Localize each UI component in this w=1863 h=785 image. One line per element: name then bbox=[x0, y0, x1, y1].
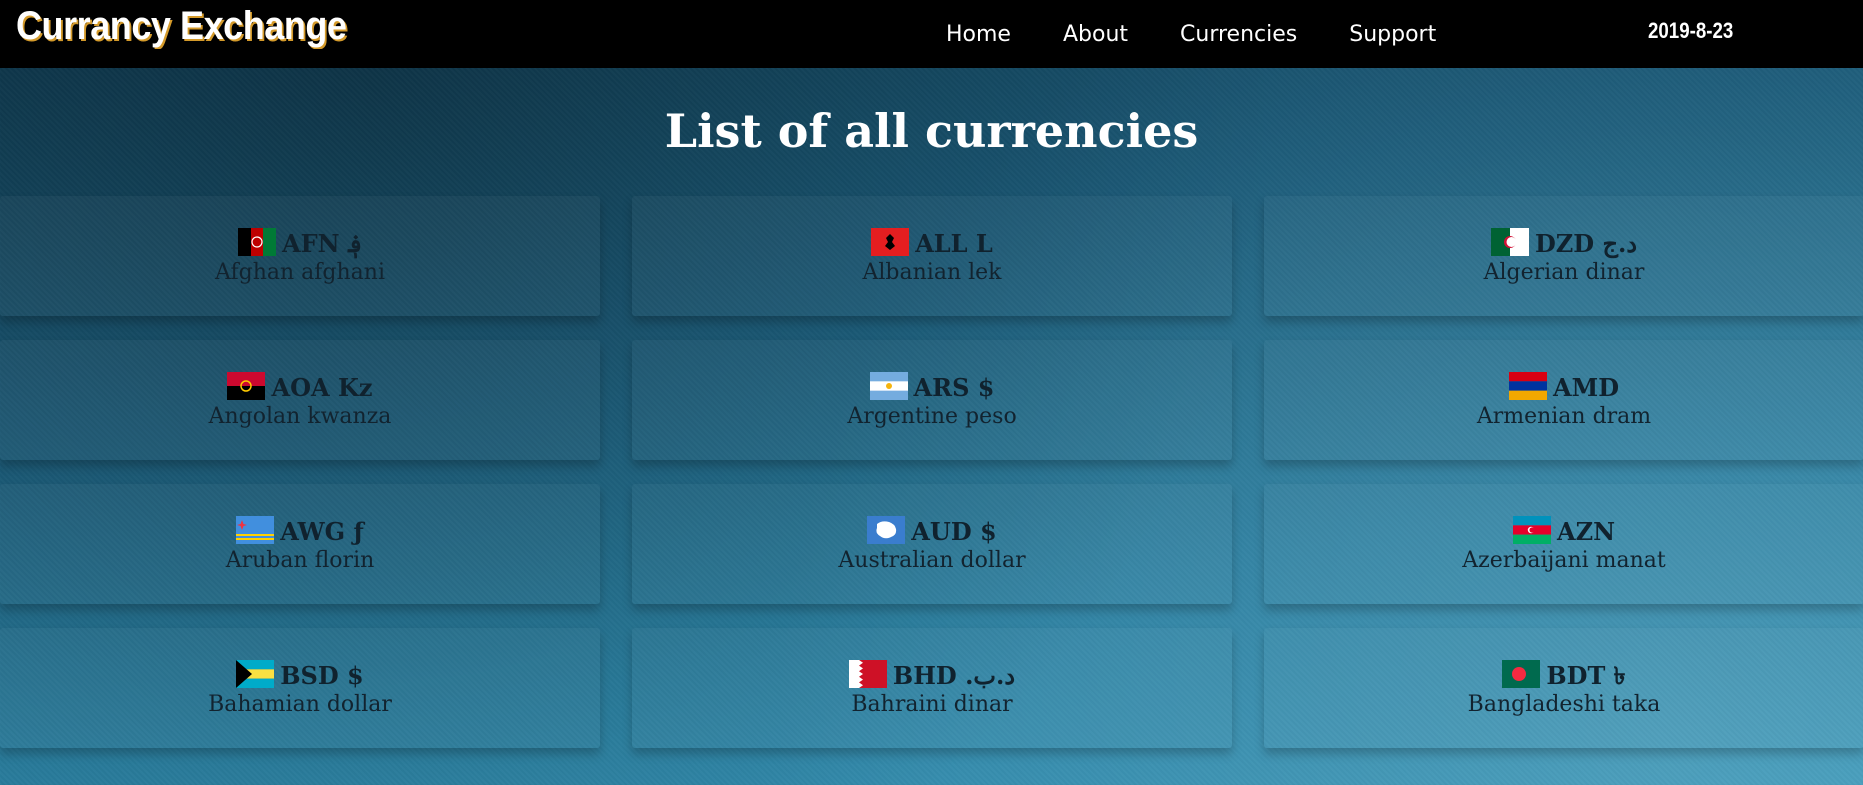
currency-card-header: BHD .د.ب bbox=[848, 659, 1016, 690]
currency-code: BDT ৳ bbox=[1546, 660, 1626, 690]
angola-flag-icon bbox=[227, 371, 266, 400]
currency-card-header: BDT ৳ bbox=[1502, 659, 1626, 690]
navbar: Currancy Exchange Home About Currencies … bbox=[0, 0, 1863, 68]
currency-card-header: DZD د.ج bbox=[1490, 227, 1638, 258]
currency-name: Afghan afghani bbox=[214, 259, 385, 285]
currency-card-bhd[interactable]: BHD .د.ب Bahraini dinar bbox=[632, 628, 1232, 748]
currency-card-header: AMD bbox=[1509, 371, 1619, 402]
nav-currencies-link[interactable]: Currencies bbox=[1180, 22, 1297, 47]
currency-card-header: AZN bbox=[1512, 515, 1616, 546]
afghanistan-flag-icon bbox=[237, 227, 276, 256]
aruba-flag-icon bbox=[236, 515, 275, 544]
currency-grid: AFN ؋ Afghan afghani ALL L Albanian lek bbox=[0, 196, 1863, 748]
currency-card-header: AUD $ bbox=[867, 515, 997, 546]
currency-card-header: AOA Kz bbox=[227, 371, 373, 402]
currency-card-afn[interactable]: AFN ؋ Afghan afghani bbox=[0, 196, 600, 316]
currency-code: ARS $ bbox=[913, 372, 995, 402]
currency-card-header: AWG ƒ bbox=[236, 515, 364, 546]
nav-support-link[interactable]: Support bbox=[1349, 22, 1436, 47]
currency-name: Azerbaijani manat bbox=[1462, 547, 1666, 573]
currency-name: Albanian lek bbox=[862, 259, 1002, 285]
currency-card-ars[interactable]: ARS $ Argentine peso bbox=[632, 340, 1232, 460]
currency-code: BHD .د.ب bbox=[892, 660, 1016, 690]
nav-home-link[interactable]: Home bbox=[946, 22, 1011, 47]
currency-card-aoa[interactable]: AOA Kz Angolan kwanza bbox=[0, 340, 600, 460]
algeria-flag-icon bbox=[1490, 227, 1529, 256]
currency-code: BSD $ bbox=[280, 660, 364, 690]
currency-name: Bangladeshi taka bbox=[1467, 691, 1661, 717]
brand-logo[interactable]: Currancy Exchange bbox=[16, 4, 347, 49]
currency-code: DZD د.ج bbox=[1534, 228, 1638, 258]
bahrain-flag-icon bbox=[848, 659, 887, 688]
currency-code: AWG ƒ bbox=[280, 516, 364, 546]
currency-name: Angolan kwanza bbox=[208, 403, 392, 429]
currency-name: Bahraini dinar bbox=[851, 691, 1013, 717]
currency-code: AOA Kz bbox=[271, 372, 373, 402]
azerbaijan-flag-icon bbox=[1512, 515, 1551, 544]
currency-card-bsd[interactable]: BSD $ Bahamian dollar bbox=[0, 628, 600, 748]
currency-card-bdt[interactable]: BDT ৳ Bangladeshi taka bbox=[1264, 628, 1863, 748]
page-title: List of all currencies bbox=[664, 104, 1199, 158]
nav-about-link[interactable]: About bbox=[1063, 22, 1128, 47]
currency-card-all[interactable]: ALL L Albanian lek bbox=[632, 196, 1232, 316]
currency-name: Aruban florin bbox=[225, 547, 375, 573]
bangladesh-flag-icon bbox=[1502, 659, 1541, 688]
nav-links: Home About Currencies Support bbox=[920, 0, 1462, 68]
currency-code: AMD bbox=[1553, 372, 1619, 402]
albania-flag-icon bbox=[871, 227, 910, 256]
currency-name: Bahamian dollar bbox=[208, 691, 392, 717]
currency-card-header: ALL L bbox=[871, 227, 993, 258]
currency-code: AFN ؋ bbox=[281, 228, 363, 258]
currency-card-header: AFN ؋ bbox=[237, 227, 363, 258]
argentina-flag-icon bbox=[869, 371, 908, 400]
currency-card-dzd[interactable]: DZD د.ج Algerian dinar bbox=[1264, 196, 1863, 316]
currency-name: Armenian dram bbox=[1476, 403, 1652, 429]
currency-code: AUD $ bbox=[911, 516, 997, 546]
antarctica-flag-icon bbox=[867, 515, 906, 544]
bahamas-flag-icon bbox=[236, 659, 275, 688]
armenia-flag-icon bbox=[1509, 371, 1547, 400]
currency-code: AZN bbox=[1556, 516, 1616, 546]
currency-card-azn[interactable]: AZN Azerbaijani manat bbox=[1264, 484, 1863, 604]
currency-card-header: BSD $ bbox=[236, 659, 364, 690]
current-date: 2019-8-23 bbox=[1648, 18, 1734, 43]
currency-card-awg[interactable]: AWG ƒ Aruban florin bbox=[0, 484, 600, 604]
currency-name: Algerian dinar bbox=[1483, 259, 1645, 285]
currency-card-amd[interactable]: AMD Armenian dram bbox=[1264, 340, 1863, 460]
currency-name: Australian dollar bbox=[838, 547, 1026, 573]
currency-code: ALL L bbox=[915, 228, 993, 258]
currency-card-aud[interactable]: AUD $ Australian dollar bbox=[632, 484, 1232, 604]
currency-card-header: ARS $ bbox=[869, 371, 995, 402]
currency-name: Argentine peso bbox=[847, 403, 1017, 429]
